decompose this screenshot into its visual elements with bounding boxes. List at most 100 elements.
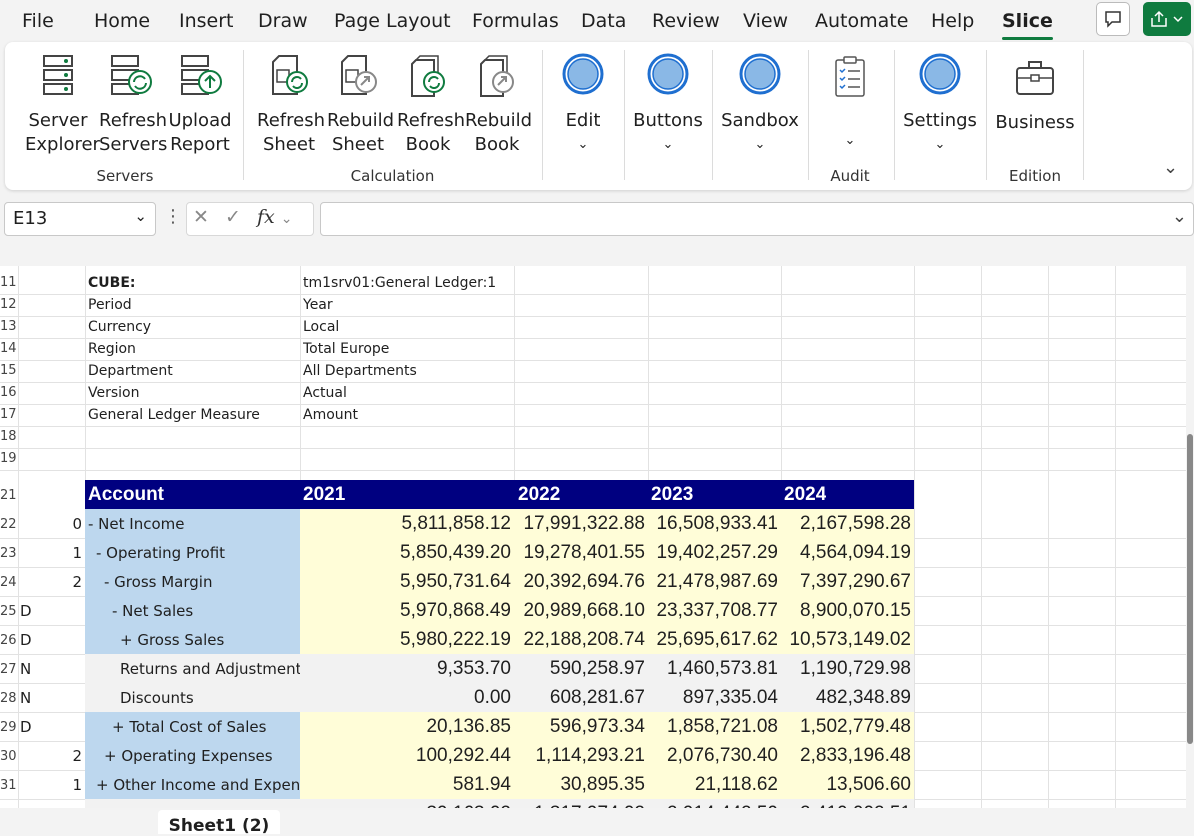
comments-button[interactable] (1096, 2, 1130, 36)
value-cell[interactable]: 13,506.60 (781, 770, 914, 799)
value-cell[interactable]: 1,317,974.02 (514, 799, 648, 808)
value-cell[interactable]: 581.94 (300, 770, 514, 799)
row-number[interactable]: 13 (0, 319, 18, 334)
value-cell[interactable]: 1,858,721.08 (648, 712, 781, 741)
more-options-icon[interactable]: ⋮ (164, 206, 182, 227)
row-number[interactable]: 11 (0, 275, 18, 290)
upload-report-button[interactable]: Upload Report (168, 52, 232, 157)
value-cell[interactable]: 2,076,730.40 (648, 741, 781, 770)
tab-data[interactable]: Data (581, 10, 626, 32)
value-cell[interactable]: 1,460,573.81 (648, 654, 781, 683)
tab-page-layout[interactable]: Page Layout (334, 10, 451, 32)
refresh-book-button[interactable]: Refresh Book (397, 52, 465, 157)
row-number[interactable]: 15 (0, 363, 18, 378)
value-cell[interactable]: 5,811,858.12 (300, 509, 514, 538)
expand-formula-icon[interactable]: ⌄ (1172, 206, 1187, 227)
tab-formulas[interactable]: Formulas (472, 10, 559, 32)
insert-function-icon[interactable]: fx (257, 206, 275, 228)
tab-help[interactable]: Help (931, 10, 974, 32)
value-cell[interactable]: 21,478,987.69 (648, 567, 781, 596)
row-number[interactable]: 18 (0, 429, 18, 444)
row-number[interactable]: 19 (0, 451, 18, 466)
value-cell[interactable]: 8,900,070.15 (781, 596, 914, 625)
account-label[interactable]: + Gross Sales (85, 625, 300, 654)
row-number[interactable]: 25 (0, 604, 18, 619)
value-cell[interactable]: 20,136.85 (300, 712, 514, 741)
name-box[interactable]: E13 ⌄ (4, 202, 156, 236)
value-cell[interactable]: 20,392,694.76 (514, 567, 648, 596)
account-label[interactable]: + Total Cost of Sales (85, 712, 300, 741)
row-number[interactable]: 28 (0, 691, 18, 706)
value-cell[interactable]: 100,292.44 (300, 741, 514, 770)
value-cell[interactable]: 2,833,196.48 (781, 741, 914, 770)
account-label[interactable]: - Gross Margin (85, 567, 300, 596)
value-cell[interactable]: 21,118.62 (648, 770, 781, 799)
value-cell[interactable]: 9,353.70 (300, 654, 514, 683)
enter-icon[interactable]: ✓ (225, 206, 241, 228)
row-number[interactable]: 29 (0, 720, 18, 735)
account-label[interactable]: + Other Income and Expense (85, 770, 300, 799)
value-cell[interactable]: 2,167,598.28 (781, 509, 914, 538)
rebuild-sheet-button[interactable]: Rebuild Sheet (327, 52, 394, 157)
value-cell[interactable]: 20,989,668.10 (514, 596, 648, 625)
business-button[interactable]: Business (995, 54, 1075, 135)
value-cell[interactable]: 5,950,731.64 (300, 567, 514, 596)
chevron-down-icon[interactable]: ⌄ (281, 211, 293, 227)
scrollbar-thumb[interactable] (1187, 434, 1193, 744)
refresh-servers-button[interactable]: Refresh Servers (99, 52, 167, 157)
value-cell[interactable]: 39,163.02 (300, 799, 514, 808)
value-cell[interactable]: 7,397,290.67 (781, 567, 914, 596)
row-number[interactable]: 27 (0, 662, 18, 677)
row-number[interactable]: 17 (0, 407, 18, 422)
row-number[interactable]: 12 (0, 297, 18, 312)
value-cell[interactable]: 5,970,868.49 (300, 596, 514, 625)
cancel-icon[interactable]: ✕ (193, 206, 209, 228)
value-cell[interactable]: 10,573,149.02 (781, 625, 914, 654)
value-cell[interactable]: 17,991,322.88 (514, 509, 648, 538)
value-cell[interactable]: 19,402,257.29 (648, 538, 781, 567)
value-cell[interactable]: 2,914,442.50 (648, 799, 781, 808)
value-cell[interactable]: 482,348.89 (781, 683, 914, 712)
value-cell[interactable]: 590,258.97 (514, 654, 648, 683)
value-cell[interactable]: 19,278,401.55 (514, 538, 648, 567)
refresh-sheet-button[interactable]: Refresh Sheet (257, 52, 325, 157)
value-cell[interactable]: 608,281.67 (514, 683, 648, 712)
row-number[interactable]: 21 (0, 488, 18, 503)
tab-view[interactable]: View (743, 10, 788, 32)
value-cell[interactable]: 5,980,222.19 (300, 625, 514, 654)
row-number[interactable]: 14 (0, 341, 18, 356)
account-label[interactable]: - Net Income (85, 509, 300, 538)
buttons-button[interactable]: Buttons ⌄ (632, 52, 704, 157)
audit-button[interactable]: ⌄ (820, 54, 880, 153)
value-cell[interactable]: 4,564,094.19 (781, 538, 914, 567)
share-button[interactable] (1143, 2, 1191, 36)
value-cell[interactable]: 30,895.35 (514, 770, 648, 799)
account-label[interactable]: Discounts (85, 683, 300, 712)
settings-button[interactable]: Settings ⌄ (902, 52, 978, 157)
row-number[interactable]: 22 (0, 517, 18, 532)
value-cell[interactable]: 1,502,779.48 (781, 712, 914, 741)
worksheet-grid[interactable]: 11 CUBE: tm1srv01:General Ledger:1 12 Period… (0, 266, 1186, 808)
value-cell[interactable]: 25,695,617.62 (648, 625, 781, 654)
tab-automate[interactable]: Automate (815, 10, 908, 32)
value-cell[interactable]: 1,190,729.98 (781, 654, 914, 683)
account-label[interactable]: + Operating Expenses (85, 741, 300, 770)
account-label[interactable]: Taxes (85, 799, 300, 808)
sandbox-button[interactable]: Sandbox ⌄ (720, 52, 800, 157)
row-number[interactable]: 16 (0, 385, 18, 400)
row-number[interactable]: 26 (0, 633, 18, 648)
tab-insert[interactable]: Insert (179, 10, 234, 32)
tab-slice[interactable]: Slice (1002, 10, 1053, 40)
value-cell[interactable]: 897,335.04 (648, 683, 781, 712)
rebuild-book-button[interactable]: Rebuild Book (465, 52, 532, 157)
account-label[interactable]: - Net Sales (85, 596, 300, 625)
value-cell[interactable]: 2,410,002.51 (781, 799, 914, 808)
row-number[interactable]: 30 (0, 749, 18, 764)
tab-file[interactable]: File (22, 10, 54, 32)
collapse-ribbon-icon[interactable]: ⌄ (1163, 157, 1178, 178)
value-cell[interactable]: 1,114,293.21 (514, 741, 648, 770)
server-explorer-button[interactable]: Server Explorer (25, 52, 100, 157)
value-cell[interactable]: 16,508,933.41 (648, 509, 781, 538)
account-label[interactable]: Returns and Adjustments (85, 654, 300, 683)
row-number[interactable]: 24 (0, 575, 18, 590)
